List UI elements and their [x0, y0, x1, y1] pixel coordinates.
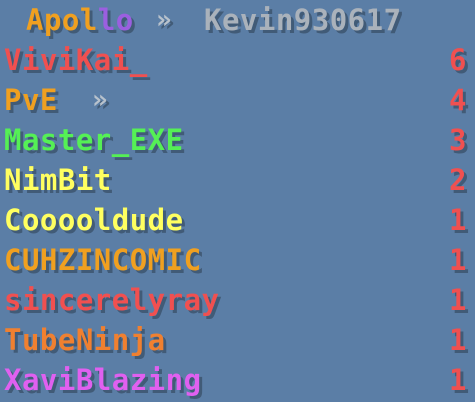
list-item: Master_EXE 3	[0, 120, 475, 160]
player-score: 1	[449, 203, 467, 237]
header-separator-icon: »	[156, 5, 172, 35]
player-name: CUHZINCOMIC	[4, 243, 202, 277]
list-item: CUHZINCOMIC 1	[0, 240, 475, 280]
player-score: 3	[449, 123, 467, 157]
player-name: sincerelyray	[4, 283, 220, 317]
server-name: Apollo	[26, 3, 134, 37]
player-score: 1	[449, 243, 467, 277]
player-name: TubeNinja	[4, 323, 166, 357]
player-score: 4	[449, 83, 467, 117]
player-score: 1	[449, 363, 467, 397]
list-item: PvE » 4	[0, 80, 475, 120]
player-name: PvE	[4, 83, 58, 117]
player-name: ViviKai_	[4, 43, 148, 77]
list-item: ViviKai_ 6	[0, 40, 475, 80]
scoreboard-header: Apollo » Kevin930617	[0, 0, 475, 40]
list-item: Cooooldude 1	[0, 200, 475, 240]
list-item: sincerelyray 1	[0, 280, 475, 320]
player-name: NimBit	[4, 163, 112, 197]
player-score: 6	[449, 43, 467, 77]
player-score: 1	[449, 323, 467, 357]
list-item: NimBit 2	[0, 160, 475, 200]
player-name: Kevin930617	[204, 3, 402, 37]
player-name: Master_EXE	[4, 123, 184, 157]
list-item: XaviBlazing 1	[0, 360, 475, 400]
scoreboard: Apollo » Kevin930617 ViviKai_ 6 PvE » 4 …	[0, 0, 475, 402]
list-item: TubeNinja 1	[0, 320, 475, 360]
player-score: 1	[449, 283, 467, 317]
player-name: Cooooldude	[4, 203, 184, 237]
arrow-icon: »	[92, 85, 108, 115]
player-score: 2	[449, 163, 467, 197]
player-name: XaviBlazing	[4, 363, 202, 397]
